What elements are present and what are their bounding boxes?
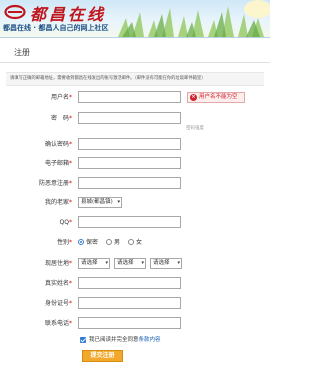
gender-row: 性别* 保密 男 女 <box>0 236 270 250</box>
hometown-select[interactable]: 县城(都昌镇) ▾ <box>78 197 122 208</box>
residence-label: 现居住地* <box>44 260 72 267</box>
chevron-down-icon: ▾ <box>117 199 120 205</box>
username-row: 用户名* × 用户名不能为空 <box>0 91 270 105</box>
agreement-text: 我已阅读并完全同意 <box>89 337 139 343</box>
page-title: 注册 <box>14 48 30 57</box>
hometown-label: 我的老家* <box>44 199 72 206</box>
username-error: × 用户名不能为空 <box>187 92 245 103</box>
hometown-row: 我的老家* 县城(都昌镇) ▾ <box>0 196 270 210</box>
qq-row: QQ* <box>0 216 270 230</box>
chevron-down-icon: ▾ <box>105 260 108 266</box>
confirm-password-row: 确认密码* <box>0 138 270 152</box>
real-name-row: 真实姓名* <box>0 277 270 291</box>
password-strength-hint: 密码强度 <box>186 126 204 131</box>
id-number-label: 身份证号* <box>44 300 72 307</box>
confirm-password-input[interactable] <box>78 138 181 150</box>
real-name-label: 真实姓名* <box>44 280 72 287</box>
gender-label: 性别* <box>56 239 72 246</box>
header-grass-decoration <box>118 0 270 37</box>
site-header: 都昌在线 都昌在线 · 都昌人自己的网上社区 <box>0 0 270 38</box>
email-input[interactable] <box>78 157 181 169</box>
id-number-row: 身份证号* <box>0 297 270 311</box>
phone-input[interactable] <box>78 317 181 329</box>
phone-label: 联系电话* <box>44 320 72 327</box>
password-row: 密 码* <box>0 112 270 126</box>
confirm-password-label: 确认密码* <box>44 141 72 148</box>
antispam-input[interactable] <box>78 177 181 189</box>
residence-row: 现居住地* 请选择 ▾ 请选择 ▾ 请选择 ▾ <box>0 257 270 271</box>
antispam-label: 防恶意注册* <box>38 180 72 187</box>
email-row: 电子邮箱* <box>0 157 270 171</box>
email-notice-text: 请填写正确的邮箱地址，需要收到都昌在线发出的账号激活邮件。（邮件没有可能在你的垃… <box>10 76 206 81</box>
gender-radio-male[interactable] <box>106 239 112 245</box>
real-name-input[interactable] <box>78 277 181 289</box>
site-logo-text[interactable]: 都昌在线 <box>30 1 106 25</box>
gender-option-secret: 保密 <box>86 239 99 246</box>
phone-row: 联系电话* <box>0 317 270 331</box>
qq-input[interactable] <box>78 216 181 228</box>
username-input[interactable] <box>78 91 181 103</box>
submit-registration-button[interactable]: 提交注册 <box>82 350 123 362</box>
qq-label: QQ* <box>59 219 72 226</box>
antispam-row: 防恶意注册* <box>0 177 270 191</box>
page-title-bar: 注册 <box>0 44 270 63</box>
agreement-checkbox[interactable] <box>80 337 86 343</box>
residence-district-select[interactable]: 请选择 ▾ <box>150 258 182 269</box>
username-label: 用户名* <box>50 94 72 101</box>
gender-radio-secret[interactable] <box>78 239 84 245</box>
id-number-input[interactable] <box>78 297 181 309</box>
password-input[interactable] <box>78 112 181 124</box>
password-strength-row: 密码强度 <box>0 126 270 133</box>
residence-province-select[interactable]: 请选择 ▾ <box>78 258 110 269</box>
gender-radio-female[interactable] <box>128 239 134 245</box>
password-label: 密 码* <box>50 115 72 122</box>
gender-option-male: 男 <box>114 239 121 246</box>
email-label: 电子邮箱* <box>44 160 72 167</box>
residence-city-select[interactable]: 请选择 ▾ <box>114 258 146 269</box>
site-logo-icon[interactable] <box>4 3 26 20</box>
email-notice: 请填写正确的邮箱地址，需要收到都昌在线发出的账号激活邮件。（邮件没有可能在你的垃… <box>6 72 264 86</box>
gender-option-female: 女 <box>136 239 143 246</box>
chevron-down-icon: ▾ <box>177 260 180 266</box>
error-icon: × <box>190 94 197 101</box>
site-tagline: 都昌在线 · 都昌人自己的网上社区 <box>3 24 109 32</box>
terms-link[interactable]: 条款内容 <box>139 337 161 343</box>
chevron-down-icon: ▾ <box>141 260 144 266</box>
